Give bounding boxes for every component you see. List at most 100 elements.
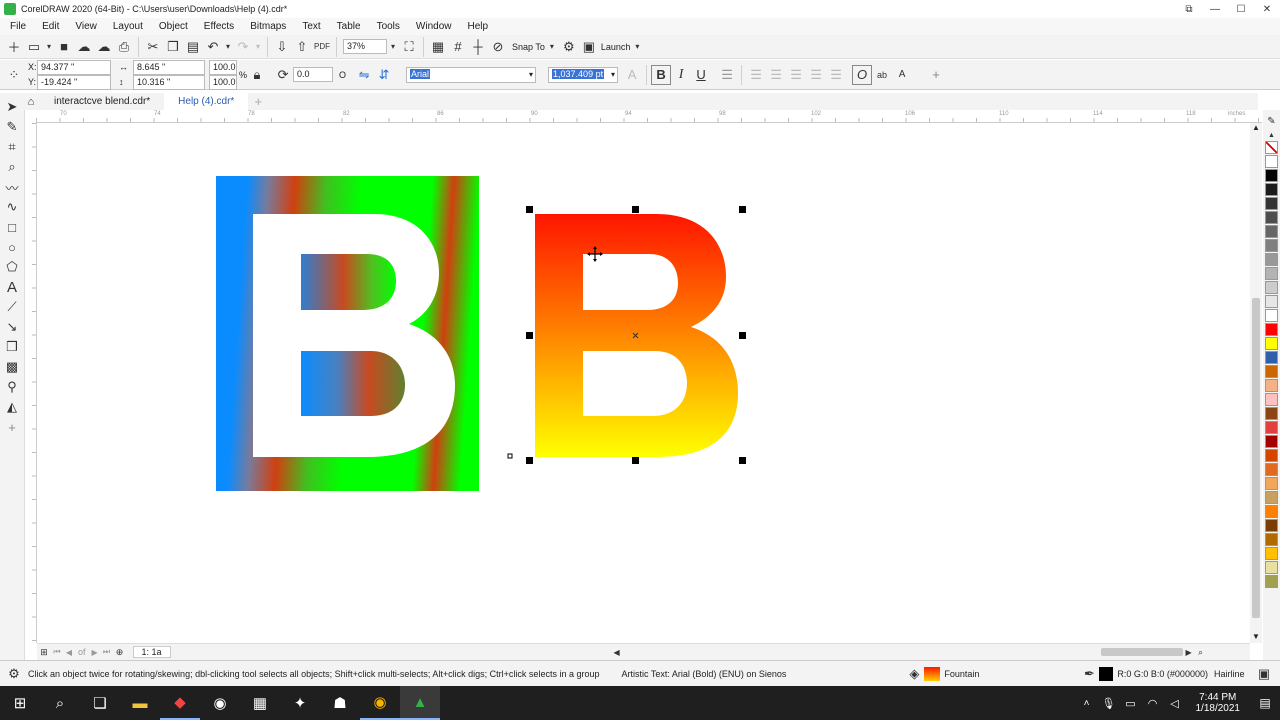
- text-tool-icon[interactable]: A: [2, 277, 22, 297]
- height-field[interactable]: 10.316 ": [133, 74, 205, 90]
- import-icon[interactable]: ⇩: [272, 37, 292, 57]
- freehand-tool-icon[interactable]: 〰: [2, 177, 22, 197]
- color-swatch[interactable]: [1265, 462, 1278, 476]
- snap-to-dropdown-icon[interactable]: ▾: [545, 37, 559, 57]
- home-icon[interactable]: ⌂: [22, 92, 40, 112]
- transparency-tool-icon[interactable]: ▩: [2, 357, 22, 377]
- selection-handle[interactable]: [526, 332, 533, 339]
- lock-ratio-icon[interactable]: 🔒︎: [247, 65, 267, 85]
- horizontal-scroll-thumb[interactable]: [1100, 648, 1183, 656]
- color-swatch[interactable]: [1265, 532, 1278, 546]
- save-icon[interactable]: ■: [54, 37, 74, 57]
- color-proof-icon[interactable]: ▣: [1254, 664, 1274, 684]
- color-swatch[interactable]: [1265, 434, 1278, 448]
- x-position-field[interactable]: 94.377 ": [37, 59, 111, 75]
- cloud-open-icon[interactable]: ☁: [74, 37, 94, 57]
- color-swatch[interactable]: [1265, 252, 1278, 266]
- selection-handle[interactable]: [632, 206, 639, 213]
- edit-text-icon[interactable]: A: [892, 65, 912, 85]
- redo-icon[interactable]: ↷: [233, 37, 253, 57]
- artistic-media-icon[interactable]: ∿: [2, 197, 22, 217]
- menu-edit[interactable]: Edit: [42, 21, 59, 32]
- selection-handle[interactable]: [739, 206, 746, 213]
- color-swatch[interactable]: [1265, 406, 1278, 420]
- color-swatch[interactable]: [1265, 182, 1278, 196]
- pick-tool-icon[interactable]: ➤: [2, 97, 22, 117]
- options-gear-icon[interactable]: ⚙: [559, 37, 579, 57]
- color-swatch[interactable]: [1265, 196, 1278, 210]
- selection-handle[interactable]: [526, 457, 533, 464]
- eyedropper-icon[interactable]: ⚲: [2, 377, 22, 397]
- color-swatch[interactable]: [1265, 574, 1278, 588]
- horizontal-ruler[interactable]: 70 74 78 82 86 90 94 98 102 106 110 114 …: [36, 110, 1262, 123]
- next-page-icon[interactable]: ▶: [89, 642, 101, 662]
- battery-icon[interactable]: ▭: [1120, 686, 1142, 720]
- task-view-icon[interactable]: ❏: [80, 686, 120, 720]
- paste-icon[interactable]: ▤: [183, 37, 203, 57]
- menu-tools[interactable]: Tools: [377, 21, 400, 32]
- dropdown-arrow-icon[interactable]: ▾: [253, 37, 263, 57]
- menu-effects[interactable]: Effects: [204, 21, 234, 32]
- new-tab-icon[interactable]: +: [248, 92, 268, 112]
- interactive-fill-icon[interactable]: ◭: [2, 397, 22, 417]
- vertical-scroll-thumb[interactable]: [1252, 298, 1260, 618]
- no-color-swatch[interactable]: [1265, 140, 1278, 154]
- font-size-dropdown-icon[interactable]: ▾: [611, 68, 615, 81]
- hscroll-right-icon[interactable]: ▶: [1183, 642, 1195, 662]
- last-page-icon[interactable]: ⏭: [101, 642, 113, 662]
- color-swatch[interactable]: [1265, 308, 1278, 322]
- microphone-icon[interactable]: 🎙︎: [1098, 686, 1120, 720]
- fill-bucket-icon[interactable]: ◈: [904, 664, 924, 684]
- increase-indent-icon[interactable]: ☰: [826, 65, 846, 85]
- shape-tool-icon[interactable]: ✎: [2, 117, 22, 137]
- outline-pen-icon[interactable]: ✒: [1079, 664, 1099, 684]
- selection-handle[interactable]: [526, 206, 533, 213]
- parallel-dimension-icon[interactable]: ⟋: [2, 297, 22, 317]
- mirror-horizontal-icon[interactable]: ⇋: [354, 65, 374, 85]
- width-field[interactable]: 8.645 ": [133, 59, 205, 75]
- rotation-field[interactable]: 0.0: [293, 67, 334, 82]
- color-swatch[interactable]: [1265, 448, 1278, 462]
- palette-scroll-up-icon[interactable]: ▲: [1263, 131, 1280, 141]
- color-swatch[interactable]: [1265, 420, 1278, 434]
- dropdown-arrow-icon[interactable]: ▾: [223, 37, 233, 57]
- color-swatch[interactable]: [1265, 280, 1278, 294]
- tray-chevron-icon[interactable]: ˄: [1076, 686, 1098, 720]
- search-icon[interactable]: ⌕: [40, 686, 80, 720]
- page-tab[interactable]: 1: 1a: [132, 646, 171, 658]
- object-origin-icon[interactable]: ⁘: [4, 65, 24, 85]
- color-swatch[interactable]: [1265, 392, 1278, 406]
- dropdown-arrow-icon[interactable]: ▾: [44, 37, 54, 57]
- italic-button[interactable]: I: [671, 65, 691, 85]
- text-node-marker[interactable]: [507, 453, 513, 459]
- first-page-icon[interactable]: ⏮: [51, 642, 63, 662]
- page-options-icon[interactable]: ⊞: [37, 642, 51, 662]
- network-icon[interactable]: ◠: [1142, 686, 1164, 720]
- close-button[interactable]: ✕: [1254, 0, 1280, 19]
- zoom-level-field[interactable]: 37%: [343, 39, 387, 54]
- left-letter-b-shape[interactable]: [253, 214, 455, 457]
- scale-x-field[interactable]: 100.0: [209, 59, 237, 75]
- taskbar-app-icon[interactable]: ◉: [200, 686, 240, 720]
- add-tool-icon[interactable]: +: [926, 65, 946, 85]
- status-settings-gear-icon[interactable]: ⚙: [4, 664, 24, 684]
- font-size-field[interactable]: 1,037.409 pt ▾: [548, 66, 619, 83]
- copy-icon[interactable]: ❐: [163, 37, 183, 57]
- fill-swatch[interactable]: [924, 666, 941, 681]
- tab-help-4[interactable]: Help (4).cdr*: [164, 93, 249, 110]
- right-letter-b-shape[interactable]: [535, 214, 738, 457]
- cloud-save-icon[interactable]: ☁: [94, 37, 114, 57]
- undo-icon[interactable]: ↶: [203, 37, 223, 57]
- menu-text[interactable]: Text: [302, 21, 320, 32]
- color-swatch[interactable]: [1265, 364, 1278, 378]
- coreldraw-icon[interactable]: ▲: [400, 686, 440, 720]
- underline-button[interactable]: U: [691, 65, 711, 85]
- bullet-list-icon[interactable]: ☰: [746, 65, 766, 85]
- connector-tool-icon[interactable]: ↘: [2, 317, 22, 337]
- show-grid-icon[interactable]: #: [448, 37, 468, 57]
- tab-interactcve-blend[interactable]: interactcve blend.cdr*: [40, 93, 164, 110]
- color-swatch[interactable]: [1265, 168, 1278, 182]
- menu-object[interactable]: Object: [159, 21, 188, 32]
- menu-window[interactable]: Window: [416, 21, 452, 32]
- open-folder-icon[interactable]: ▭: [24, 37, 44, 57]
